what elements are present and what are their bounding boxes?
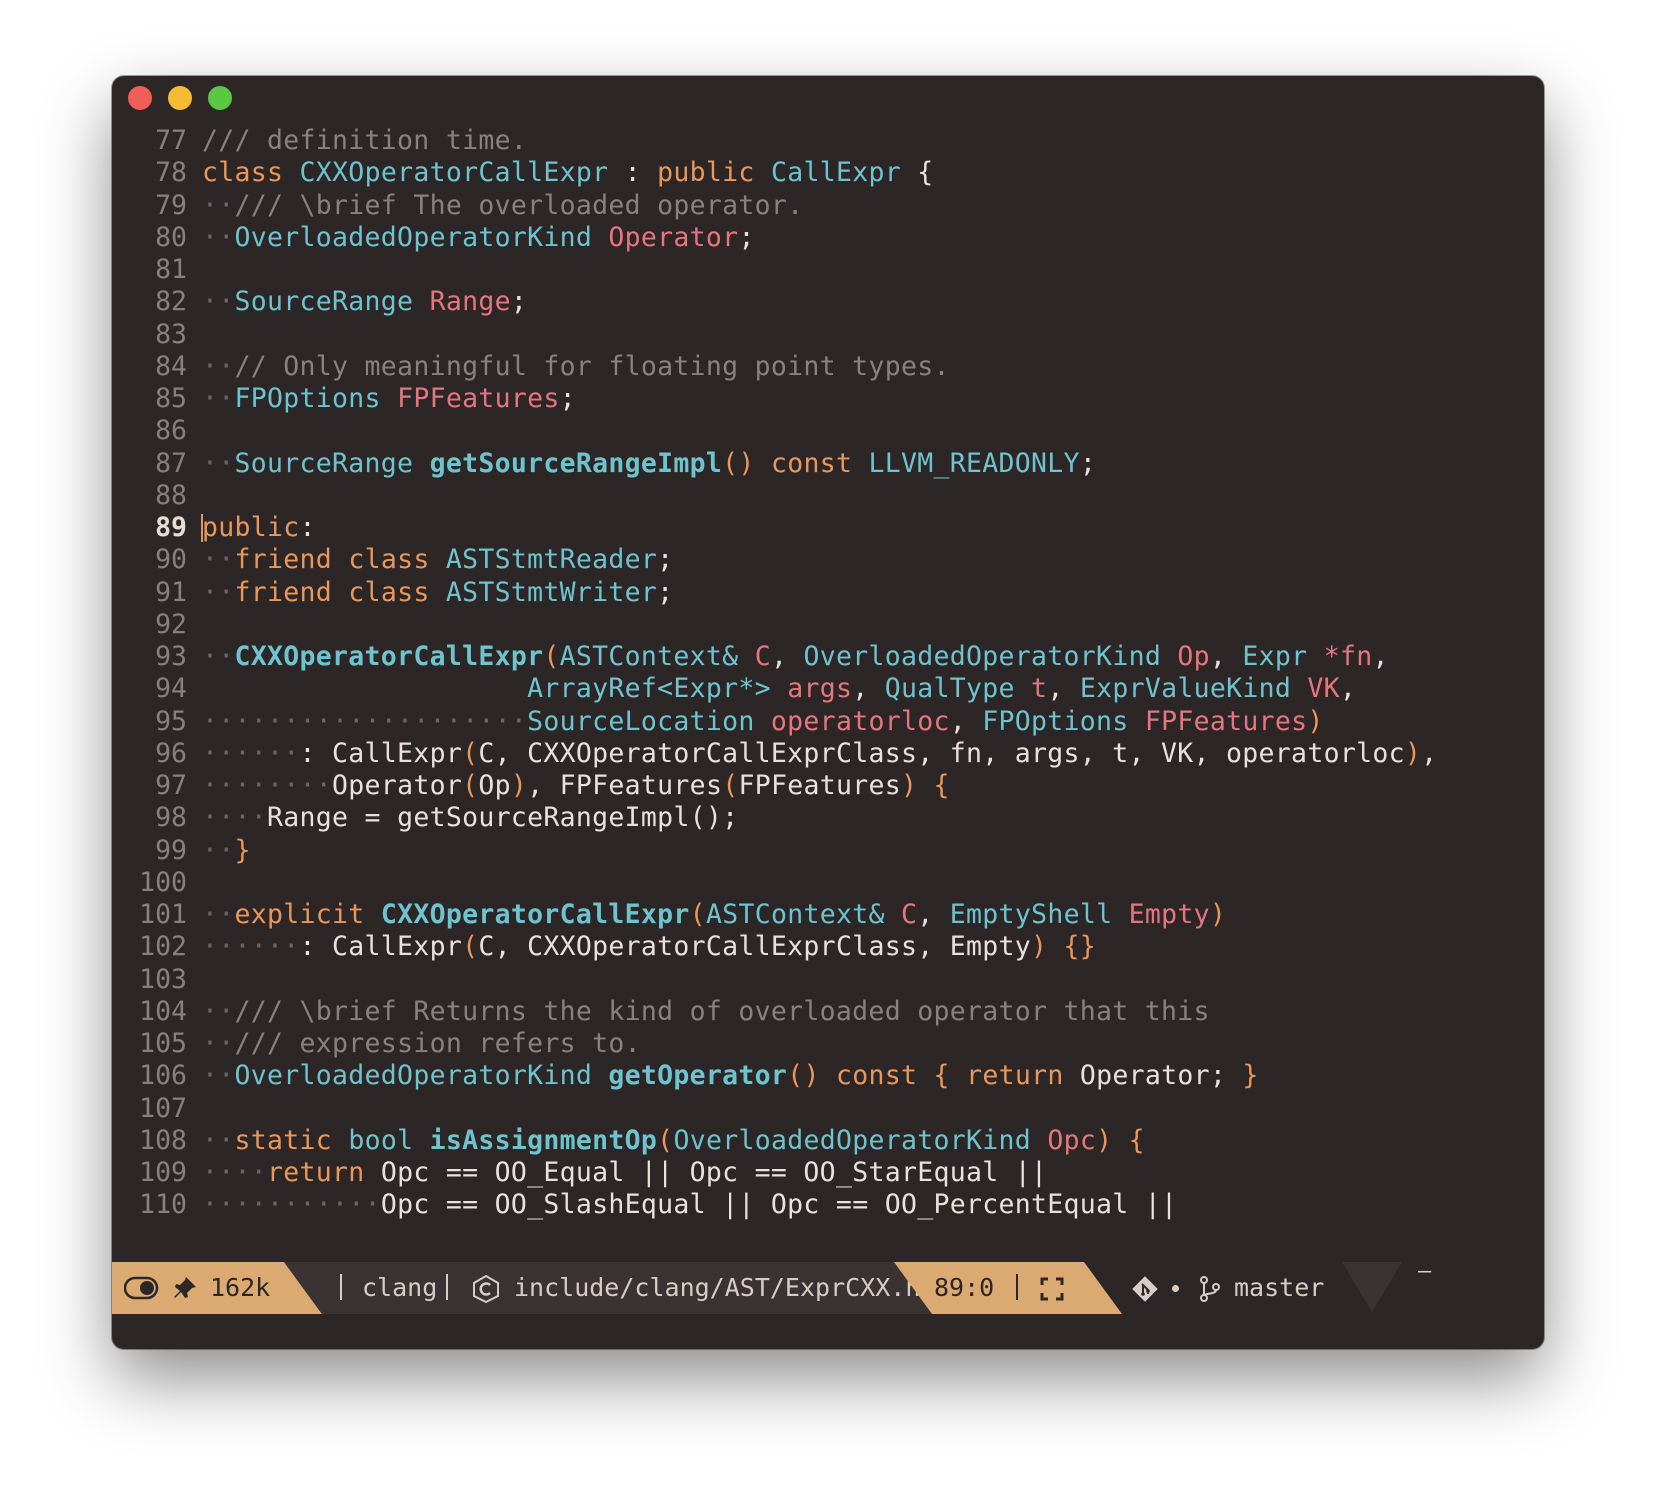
line-number: 104 [139, 995, 187, 1027]
line-number: 106 [139, 1060, 187, 1092]
code-text[interactable]: ···········Opc == OO_SlashEqual || Opc =… [202, 1188, 1177, 1222]
line-number: 100 [139, 866, 187, 898]
line-number: 79 [155, 189, 187, 221]
separator [1016, 1274, 1018, 1300]
line-number: 91 [155, 576, 187, 608]
code-text[interactable]: /// definition time. [202, 124, 527, 158]
line-number: 95 [155, 705, 187, 737]
git-branch[interactable]: master [1234, 1262, 1324, 1314]
separator [446, 1274, 448, 1300]
code-text[interactable]: ··OverloadedOperatorKind getOperator() c… [202, 1059, 1259, 1093]
code-text[interactable]: ··OverloadedOperatorKind Operator; [202, 221, 755, 255]
code-text[interactable]: ····Range = getSourceRangeImpl(); [202, 801, 738, 835]
line-number: 86 [155, 415, 187, 447]
code-text[interactable]: ··/// \brief Returns the kind of overloa… [202, 995, 1210, 1029]
code-text[interactable]: ··friend class ASTStmtWriter; [202, 576, 673, 610]
line-number: 85 [155, 383, 187, 414]
line-number: 108 [139, 1124, 187, 1156]
code-text[interactable]: ··SourceRange getSourceRangeImpl() const… [202, 447, 1096, 481]
code-text[interactable]: ········Operator(Op), FPFeatures(FPFeatu… [202, 769, 950, 803]
git-icon [1132, 1276, 1158, 1302]
line-number: 92 [155, 608, 187, 640]
line-number: 88 [155, 479, 187, 511]
code-text[interactable]: ··CXXOperatorCallExpr(ASTContext& C, Ove… [202, 640, 1389, 674]
code-text[interactable]: ··SourceRange Range; [202, 285, 527, 319]
line-number: 81 [155, 254, 187, 285]
code-text[interactable]: ··} [202, 834, 251, 868]
editor-window: 77 /// definition time. 78 class CXXOperato… [112, 76, 1544, 1349]
file-path[interactable]: include/clang/AST/ExprCXX.h [514, 1262, 920, 1314]
close-window-button[interactable] [128, 86, 152, 110]
scroll-indicator-icon [1342, 1262, 1402, 1312]
text-cursor [201, 514, 203, 542]
line-number: 103 [139, 963, 187, 995]
line-number: 101 [139, 899, 187, 930]
c-language-icon [473, 1275, 499, 1303]
line-number: 94 [155, 673, 187, 705]
code-text[interactable]: class CXXOperatorCallExpr : public CallE… [202, 156, 934, 190]
line-number: 90 [155, 544, 187, 576]
line-number: 102 [139, 931, 187, 963]
line-number: 98 [155, 802, 187, 834]
minimize-window-button[interactable] [168, 86, 192, 110]
code-text[interactable]: ··explicit CXXOperatorCallExpr(ASTContex… [202, 898, 1226, 932]
pin-icon [174, 1277, 196, 1298]
code-text[interactable]: public: [202, 511, 316, 545]
minimize-icon[interactable]: — [1418, 1246, 1431, 1298]
maximize-window-button[interactable] [208, 86, 232, 110]
buffer-size: 162k [210, 1273, 271, 1302]
code-text[interactable]: ··friend class ASTStmtReader; [202, 543, 673, 577]
code-text[interactable]: ····················SourceLocation opera… [202, 705, 1324, 739]
dot-separator [1172, 1285, 1179, 1292]
code-text[interactable]: ··/// \brief The overloaded operator. [202, 189, 803, 223]
line-number: 83 [155, 318, 187, 350]
line-number: 97 [155, 770, 187, 801]
line-number: 93 [155, 641, 187, 672]
code-text[interactable]: ··/// expression refers to. [202, 1027, 641, 1061]
line-number: 96 [155, 737, 187, 769]
line-number: 87 [155, 447, 187, 479]
major-mode[interactable]: clang [362, 1262, 437, 1314]
status-position-segment-bg [894, 1262, 1122, 1314]
separator [340, 1274, 342, 1300]
fullscreen-icon[interactable] [1040, 1277, 1064, 1301]
line-number: 78 [155, 157, 187, 189]
line-number: 89 [155, 512, 187, 543]
line-number: 82 [155, 286, 187, 318]
line-number: 80 [155, 221, 187, 253]
code-editor[interactable]: 77 /// definition time. 78 class CXXOperato… [112, 124, 1544, 1336]
line-number: 84 [155, 350, 187, 382]
toggle-icon[interactable] [124, 1275, 160, 1301]
line-number: 110 [139, 1189, 187, 1221]
branch-icon [1200, 1276, 1220, 1302]
line-number: 109 [139, 1157, 187, 1188]
code-text[interactable]: ····return Opc == OO_Equal || Opc == OO_… [202, 1156, 1047, 1190]
line-number: 77 [155, 125, 187, 156]
mode-line: 162k clang include/clang/AST/ExprCXX.h 8… [112, 1259, 1544, 1314]
code-text[interactable]: ··// Only meaningful for floating point … [202, 350, 950, 384]
code-text[interactable]: ArrayRef<Expr*> args, QualType t, ExprVa… [202, 672, 1356, 706]
code-text[interactable]: ······: CallExpr(C, CXXOperatorCallExprC… [202, 737, 1437, 771]
code-text[interactable]: ··static bool isAssignmentOp(OverloadedO… [202, 1124, 1145, 1158]
line-number: 107 [139, 1092, 187, 1124]
line-number: 105 [139, 1028, 187, 1059]
line-number: 99 [155, 834, 187, 866]
code-text[interactable]: ······: CallExpr(C, CXXOperatorCallExprC… [202, 930, 1096, 964]
cursor-position: 89:0 [934, 1273, 995, 1302]
code-text[interactable]: ··FPOptions FPFeatures; [202, 382, 576, 416]
